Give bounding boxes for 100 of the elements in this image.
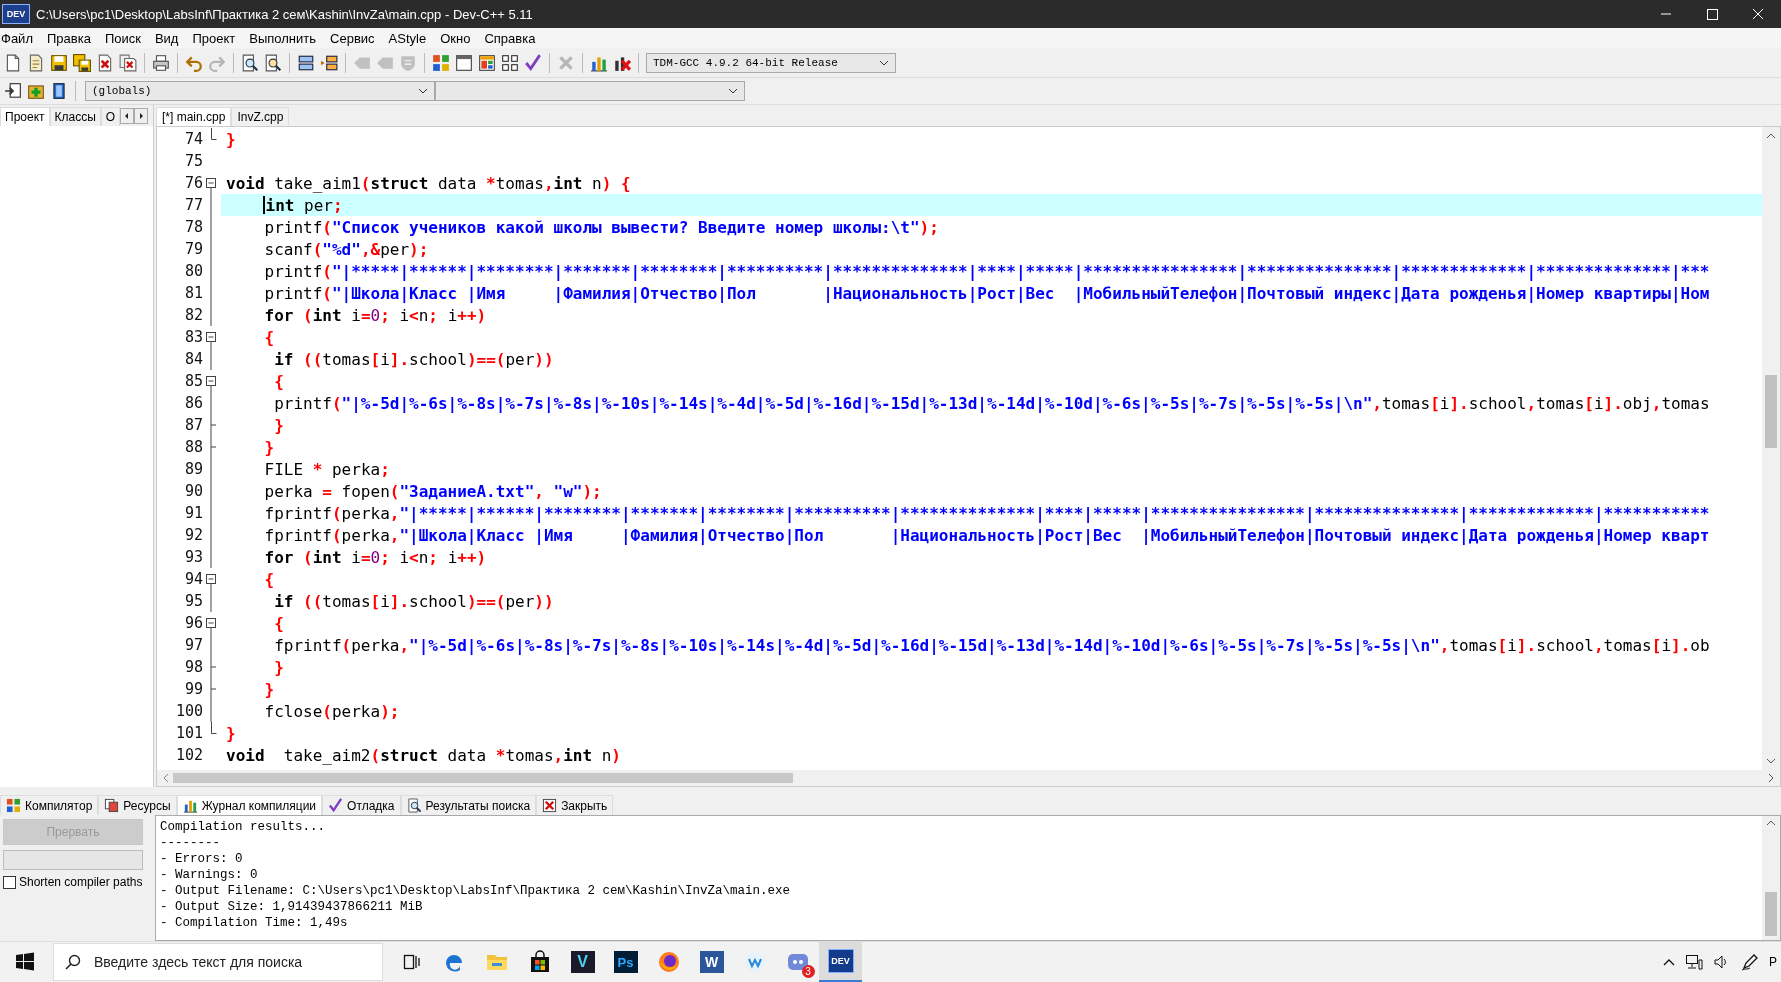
log-line: - Output Size: 1,91439437866211 MiB bbox=[160, 899, 424, 915]
panel-tab[interactable]: Проект bbox=[0, 107, 50, 126]
code-line: printf("|*****|******|********|*******|********|**********|**************|****|*****|****************|***************|*************|**************|*** bbox=[264, 261, 1710, 281]
horizontal-scrollbar[interactable] bbox=[157, 770, 1780, 786]
color-grid-icon[interactable] bbox=[432, 53, 450, 72]
menu-item[interactable]: Справка bbox=[483, 30, 545, 46]
grid-icon bbox=[6, 798, 21, 813]
search-field[interactable]: Введите здесь текст для поиска bbox=[53, 943, 383, 981]
checkbox[interactable] bbox=[3, 875, 16, 889]
code-line: scanf("%d",&per); bbox=[264, 239, 429, 259]
add-icon[interactable] bbox=[27, 82, 45, 100]
chevron-up-icon[interactable] bbox=[1663, 958, 1675, 966]
line-number: 101 bbox=[174, 724, 204, 742]
replace-icon[interactable] bbox=[264, 53, 282, 72]
scrollbar-thumb[interactable] bbox=[1765, 375, 1777, 449]
code-line: { bbox=[264, 327, 275, 347]
taskbar-app-button[interactable]: Ps bbox=[604, 942, 647, 982]
scroll-up-icon[interactable] bbox=[1766, 820, 1776, 826]
document-icon[interactable] bbox=[4, 53, 22, 72]
scrollbar-thumb[interactable] bbox=[173, 773, 794, 783]
line-number: 75 bbox=[183, 152, 204, 170]
scroll-up-icon[interactable] bbox=[1766, 133, 1776, 139]
window-icon[interactable] bbox=[455, 53, 473, 72]
code-line: printf("Список учеников какой школы вывести? Введите номер школы:\t"); bbox=[264, 217, 939, 237]
menu-item[interactable]: AStyle bbox=[387, 30, 436, 46]
line-number: 92 bbox=[183, 526, 204, 544]
checkmark-icon[interactable] bbox=[524, 53, 542, 72]
taskbar-app-button[interactable]: 3 bbox=[776, 942, 819, 982]
menu-item[interactable]: Вид bbox=[153, 30, 188, 46]
unindent-icon[interactable] bbox=[320, 53, 338, 72]
floppy-disks-icon[interactable] bbox=[73, 53, 91, 72]
line-number: 89 bbox=[183, 460, 204, 478]
scroll-right-icon[interactable] bbox=[1768, 773, 1774, 783]
bookmark-icon[interactable] bbox=[50, 82, 68, 100]
panel-tab[interactable]: Компилятор bbox=[0, 795, 99, 815]
line-number: 98 bbox=[183, 658, 204, 676]
panel-tab[interactable]: Ресурсы bbox=[98, 795, 177, 815]
files-icon bbox=[104, 798, 120, 813]
line-number: 78 bbox=[183, 218, 204, 236]
app-tile-icon: Ps bbox=[613, 951, 638, 973]
scrollbar-thumb[interactable] bbox=[1765, 892, 1777, 936]
menu-item[interactable]: Выполнить bbox=[248, 30, 326, 46]
log-line: - Compilation Time: 1,49s bbox=[160, 915, 349, 931]
line-number: 86 bbox=[183, 394, 204, 412]
panel-tab[interactable]: Классы bbox=[49, 107, 101, 126]
scope-dropdown[interactable]: (globals) bbox=[85, 81, 435, 101]
text-cursor bbox=[262, 196, 265, 214]
line-number: 88 bbox=[183, 438, 204, 456]
line-number: 80 bbox=[183, 262, 204, 280]
indent-icon[interactable] bbox=[297, 53, 315, 72]
code-line: fprintf(perka,"|Школа|Класс |Имя |Фамилия|Отчество|Пол |Национальность|Рост|Вес |МобильныйТелефон|Почтовый индекс|Дата рожденья|Номер кварт bbox=[264, 525, 1710, 545]
menu-item[interactable]: Сервис bbox=[329, 30, 384, 46]
taskbar-app-button[interactable]: DEV bbox=[819, 942, 862, 982]
taskbar-app-button[interactable]: W bbox=[690, 942, 733, 982]
menu-item[interactable]: Файл bbox=[0, 30, 42, 46]
vertical-scrollbar[interactable] bbox=[1762, 816, 1780, 940]
network-icon[interactable] bbox=[1685, 954, 1703, 970]
document-arrow-icon[interactable] bbox=[4, 82, 22, 100]
printer-icon[interactable] bbox=[152, 53, 170, 72]
menu-item[interactable]: Правка bbox=[45, 30, 100, 46]
close-file-icon[interactable] bbox=[96, 53, 114, 72]
taskbar-app-button[interactable]: V bbox=[561, 942, 604, 982]
vertical-scrollbar[interactable] bbox=[1762, 127, 1780, 770]
line-number: 85 bbox=[183, 372, 204, 390]
code-line: FILE * perka; bbox=[264, 459, 390, 479]
line-number: 84 bbox=[183, 350, 204, 368]
windows-logo-icon[interactable] bbox=[15, 952, 35, 972]
bar-chart-icon bbox=[182, 798, 198, 813]
scroll-left-icon[interactable] bbox=[120, 108, 135, 124]
checkmark-icon bbox=[328, 798, 344, 813]
log-line: -------- bbox=[160, 835, 221, 851]
code-line: void take_aim2(struct data *tomas,int n) bbox=[226, 745, 621, 765]
code-line: { bbox=[274, 613, 284, 633]
close-files-icon[interactable] bbox=[119, 53, 137, 72]
search-icon bbox=[65, 954, 81, 970]
line-number: 77 bbox=[183, 196, 204, 214]
scroll-right-icon[interactable] bbox=[134, 108, 149, 124]
file-tab[interactable]: [*] main.cpp bbox=[156, 107, 232, 126]
panel-tab[interactable]: Журнал компиляции bbox=[176, 795, 323, 815]
compiler-dropdown[interactable]: TDM-GCC 4.9.2 64-bit Release bbox=[646, 52, 896, 73]
code-line: fprintf(perka,"|%-5d|%-6s|%-8s|%-7s|%-8s|%-10s|%-14s|%-4d|%-5d|%-16d|%-15d|%-13d|%-14d|%-10d|%-6s|%-5s|%-7s|%-5s|%-5s|\n",tomas[i].school,tomas[i].ob bbox=[274, 635, 1710, 655]
scroll-down-icon[interactable] bbox=[1766, 758, 1776, 764]
menu-item[interactable]: Окно bbox=[439, 30, 480, 46]
code-line: } bbox=[226, 129, 236, 149]
language-indicator[interactable]: Р bbox=[1769, 955, 1777, 969]
line-number: 79 bbox=[183, 240, 204, 258]
file-tab[interactable]: InvZ.cpp bbox=[231, 107, 290, 126]
menu-item[interactable]: Поиск bbox=[103, 30, 150, 46]
grid-icon[interactable] bbox=[501, 53, 519, 72]
color-window-icon[interactable] bbox=[478, 53, 496, 72]
search-icon[interactable] bbox=[241, 53, 259, 72]
notification-badge: 3 bbox=[801, 965, 815, 978]
code-line: fclose(perka); bbox=[264, 701, 400, 721]
line-number: 100 bbox=[174, 702, 204, 720]
checkbox-label: Shorten compiler paths bbox=[19, 875, 143, 889]
line-number: 91 bbox=[183, 504, 204, 522]
page-icon[interactable] bbox=[27, 53, 45, 72]
app-tile-icon: V bbox=[570, 951, 595, 973]
pen-icon[interactable] bbox=[1741, 953, 1759, 971]
menu-item[interactable]: Проект bbox=[191, 30, 245, 46]
